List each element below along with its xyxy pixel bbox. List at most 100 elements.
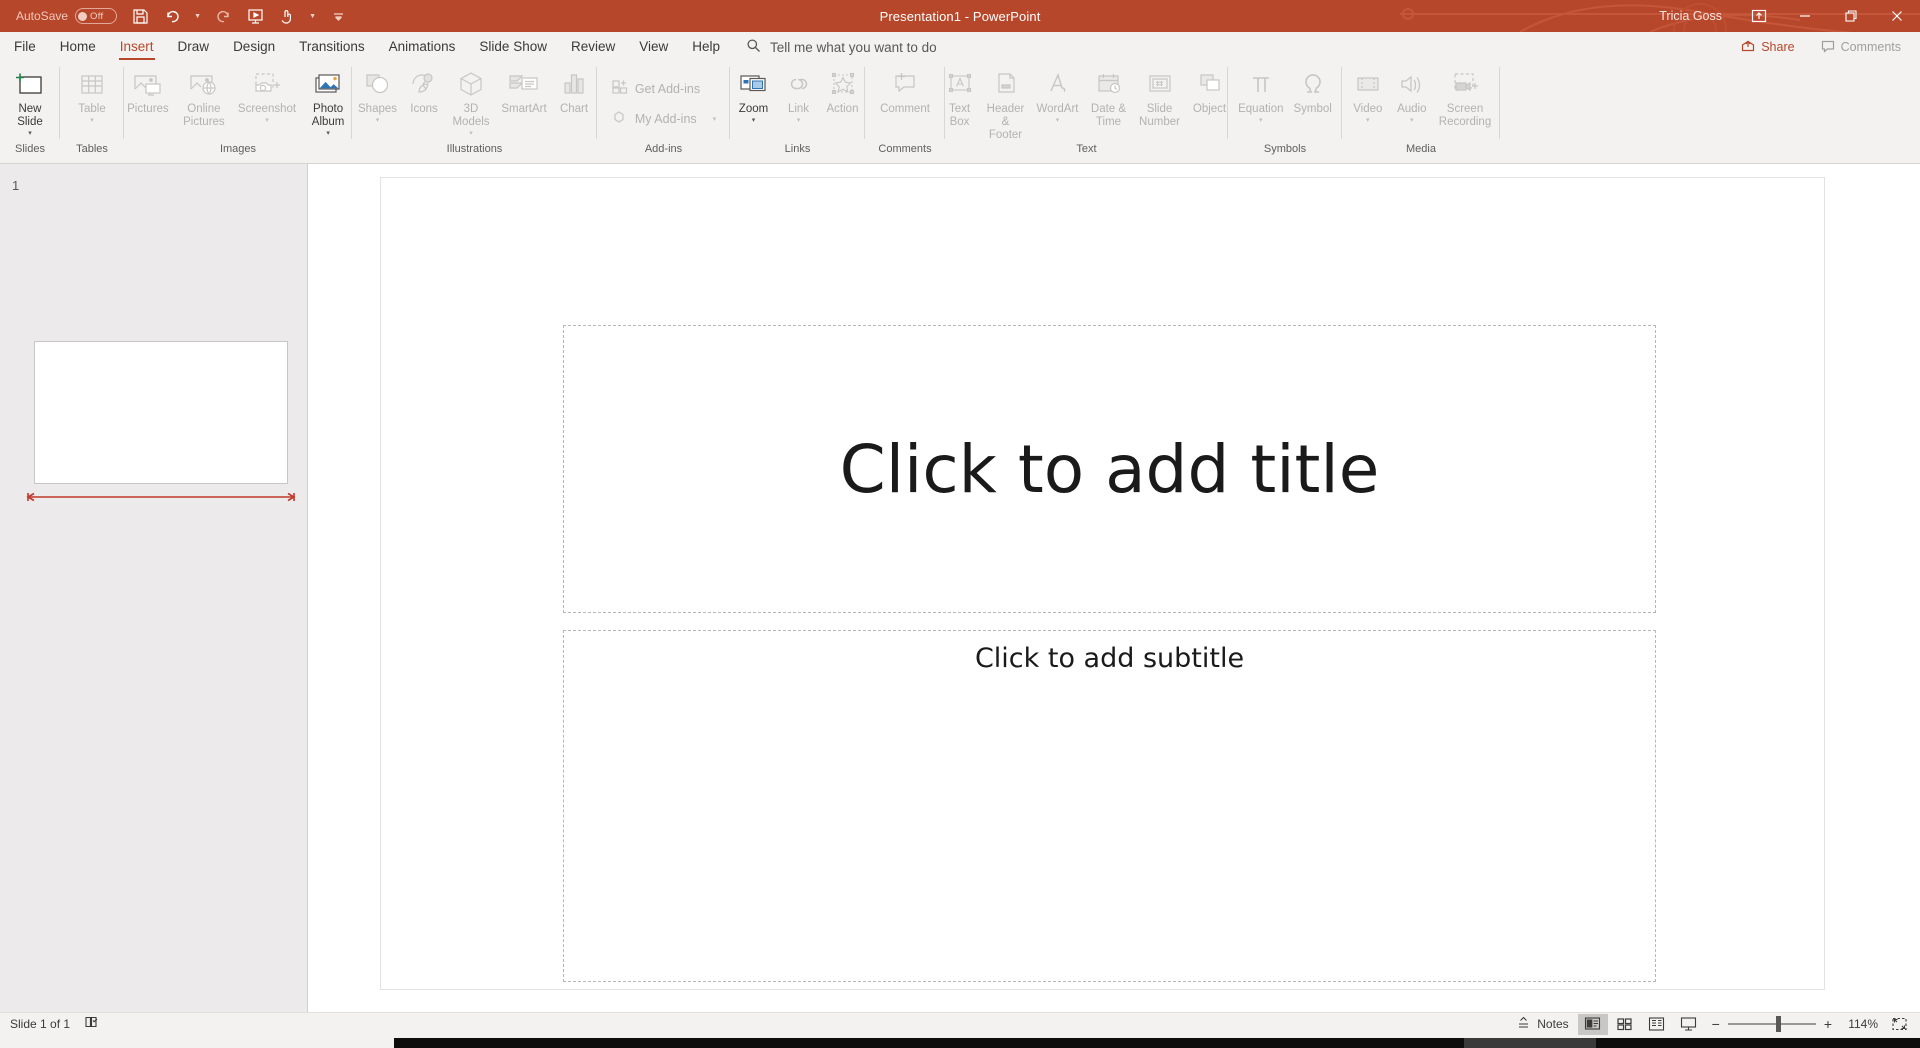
chevron-down-icon[interactable]: ▾ (752, 117, 756, 125)
chevron-down-icon[interactable]: ▾ (28, 130, 32, 138)
normal-view-button[interactable] (1577, 1013, 1608, 1035)
redo-button[interactable] (208, 3, 238, 29)
tab-slide-show[interactable]: Slide Show (467, 32, 559, 62)
chevron-down-icon[interactable]: ▾ (265, 117, 269, 125)
zoom-slider-thumb[interactable] (1775, 1016, 1781, 1032)
comment-bubble-icon (1821, 39, 1835, 56)
chevron-down-icon[interactable]: ▾ (376, 117, 380, 125)
chevron-down-icon[interactable]: ▾ (1366, 117, 1370, 125)
screen-recording-button[interactable]: Screen Recording (1434, 62, 1496, 142)
notes-button[interactable]: Notes (1509, 1014, 1575, 1035)
status-bar-left: Slide 1 of 1 (0, 1014, 100, 1035)
tab-draw[interactable]: Draw (166, 32, 222, 62)
get-addins-button[interactable]: Get Add-ins (605, 74, 722, 104)
ribbon-display-options-button[interactable] (1736, 0, 1782, 32)
chevron-down-icon[interactable]: ▾ (1259, 117, 1263, 125)
autosave-state: Off (90, 10, 104, 22)
comment-button[interactable]: Comment (871, 62, 939, 142)
chevron-down-icon[interactable]: ▾ (797, 117, 801, 125)
text-box-label: Text Box (948, 103, 971, 128)
notes-icon (1516, 1015, 1531, 1033)
tab-transitions[interactable]: Transitions (287, 32, 377, 62)
fit-to-window-button[interactable] (1884, 1014, 1914, 1035)
tab-home[interactable]: Home (48, 32, 108, 62)
chevron-down-icon[interactable]: ▾ (713, 115, 717, 123)
zoom-in-button[interactable]: + (1824, 1017, 1832, 1031)
touch-mode-button[interactable] (272, 3, 302, 29)
share-icon (1741, 39, 1755, 56)
tab-view[interactable]: View (627, 32, 680, 62)
tab-help[interactable]: Help (680, 32, 732, 62)
3d-models-button[interactable]: 3D Models ▾ (446, 62, 496, 142)
slide-thumbnail-1[interactable] (34, 341, 288, 484)
slide-canvas[interactable]: Click to add title Click to add subtitle (380, 177, 1825, 990)
equation-button[interactable]: Equation ▾ (1233, 62, 1288, 142)
ribbon-right-actions: Share Comments (1732, 32, 1910, 62)
audio-button[interactable]: Audio ▾ (1390, 62, 1434, 142)
shapes-button[interactable]: Shapes ▾ (353, 62, 402, 142)
new-slide-button[interactable]: New Slide ▾ (4, 62, 56, 142)
chevron-down-icon[interactable]: ▾ (326, 130, 330, 138)
slide-show-button[interactable] (1674, 1014, 1704, 1035)
wordart-icon (1043, 66, 1073, 100)
header-footer-button[interactable]: Header & Footer (980, 62, 1032, 142)
start-slideshow-button[interactable] (240, 3, 270, 29)
my-addins-button[interactable]: My Add-ins ▾ (605, 104, 722, 134)
tab-file[interactable]: File (0, 32, 48, 62)
online-pictures-button[interactable]: Online Pictures (175, 62, 233, 142)
tab-review[interactable]: Review (559, 32, 627, 62)
restore-button[interactable] (1828, 0, 1874, 32)
slide-indicator[interactable]: Slide 1 of 1 (10, 1017, 70, 1031)
customize-quick-access-toolbar-button[interactable] (323, 3, 353, 29)
undo-button[interactable] (157, 3, 187, 29)
chart-button[interactable]: Chart (552, 62, 596, 142)
table-button[interactable]: Table ▾ (65, 62, 119, 142)
link-button[interactable]: Link ▾ (778, 62, 820, 142)
pictures-button[interactable]: Pictures (121, 62, 175, 142)
tab-animations[interactable]: Animations (377, 32, 468, 62)
comments-button[interactable]: Comments (1812, 36, 1910, 59)
video-button[interactable]: Video ▾ (1346, 62, 1390, 142)
close-button[interactable] (1874, 0, 1920, 32)
account-name[interactable]: Tricia Goss (1659, 9, 1736, 23)
save-button[interactable] (125, 3, 155, 29)
chevron-down-icon[interactable]: ▾ (1410, 117, 1414, 125)
undo-dropdown-button[interactable]: ▼ (189, 3, 206, 29)
share-button[interactable]: Share (1732, 36, 1803, 59)
zoom-out-button[interactable]: − (1712, 1017, 1720, 1031)
get-addins-icon (611, 78, 629, 101)
accessibility-checker-icon[interactable] (84, 1014, 100, 1035)
reading-view-button[interactable] (1642, 1014, 1672, 1035)
minimize-button[interactable] (1782, 0, 1828, 32)
tab-design[interactable]: Design (221, 32, 287, 62)
zoom-slider[interactable]: − + (1706, 1016, 1838, 1032)
icons-button[interactable]: Icons (402, 62, 446, 142)
zoom-level-label[interactable]: 114% (1840, 1017, 1882, 1031)
zoom-insert-button[interactable]: Zoom ▾ (730, 62, 778, 142)
subtitle-placeholder[interactable]: Click to add subtitle (563, 630, 1656, 982)
autosave-switch[interactable]: Off (75, 8, 118, 24)
chevron-down-icon[interactable]: ▾ (1056, 117, 1060, 125)
autosave-toggle[interactable]: AutoSave Off (10, 4, 123, 28)
ribbon-group-label-comments: Comments (878, 143, 932, 155)
symbol-button[interactable]: Symbol (1289, 62, 1337, 142)
chevron-down-icon[interactable]: ▾ (469, 130, 473, 138)
photo-album-button[interactable]: Photo Album ▾ (301, 62, 355, 142)
text-box-button[interactable]: Text Box (940, 62, 980, 142)
smartart-button[interactable]: SmartArt (496, 62, 552, 142)
screenshot-button[interactable]: Screenshot ▾ (233, 62, 301, 142)
chevron-down-icon[interactable]: ▾ (90, 117, 94, 125)
title-placeholder[interactable]: Click to add title (563, 325, 1656, 613)
slide-thumbnail-pane[interactable]: 1 (0, 164, 308, 1012)
action-button[interactable]: Action (820, 62, 866, 142)
pictures-label: Pictures (127, 103, 169, 115)
date-time-button[interactable]: Date & Time (1084, 62, 1134, 142)
tab-insert[interactable]: Insert (108, 32, 166, 62)
wordart-button[interactable]: WordArt ▾ (1032, 62, 1084, 142)
slide-sorter-view-button[interactable] (1610, 1014, 1640, 1035)
slide-number-button[interactable]: Slide Number (1134, 62, 1186, 142)
zoom-slider-track[interactable] (1727, 1016, 1816, 1032)
tell-me-search[interactable]: Tell me what you want to do (746, 38, 937, 56)
touch-mode-dropdown-button[interactable]: ▼ (304, 3, 321, 29)
header-footer-icon (991, 66, 1021, 100)
